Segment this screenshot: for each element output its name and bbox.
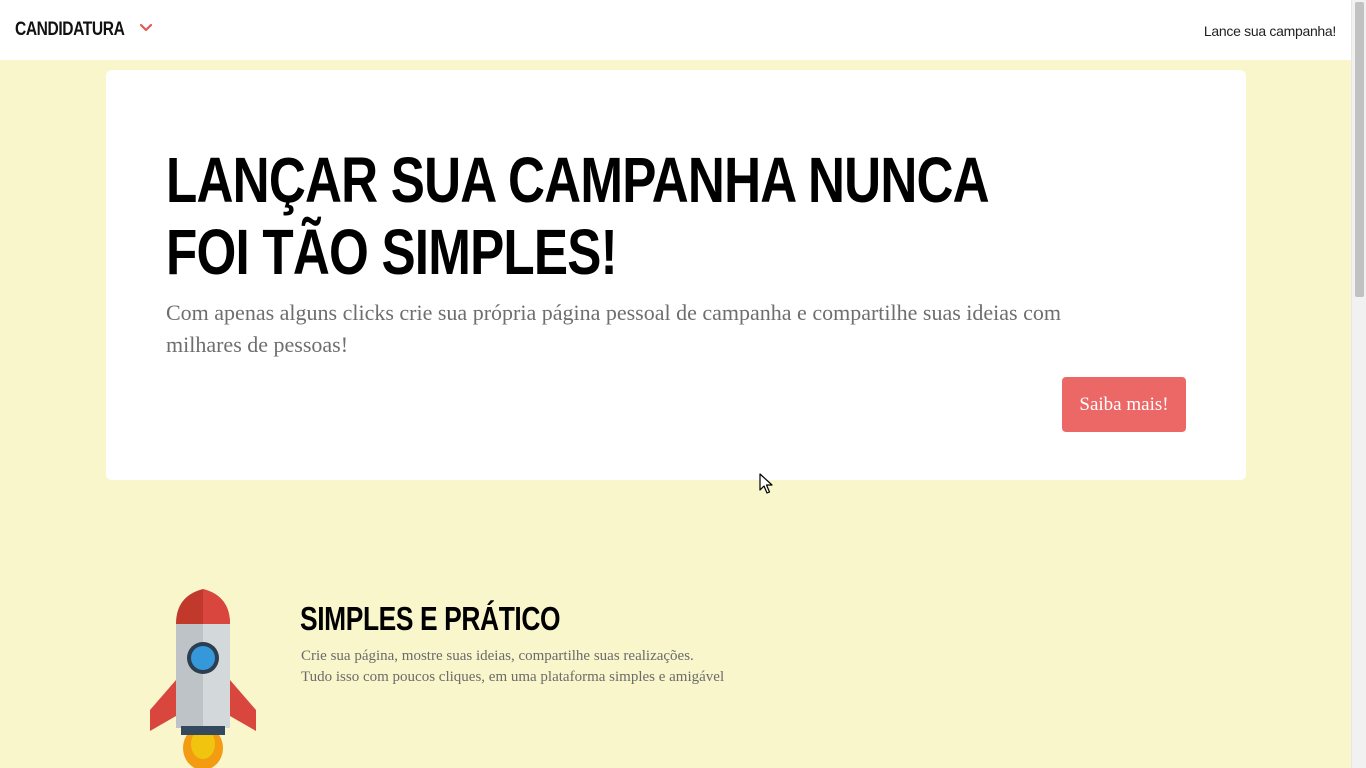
brand-logo-link[interactable]: CANDIDATURA xyxy=(15,19,125,41)
hero-title-line-2: FOI TÃO SIMPLES! xyxy=(166,216,618,288)
hero-title: LANÇAR SUA CAMPANHA NUNCA FOI TÃO SIMPLE… xyxy=(166,144,990,288)
nav-link-launch-campaign[interactable]: Lance sua campanha! xyxy=(1204,23,1336,39)
hero-subtitle: Com apenas alguns clicks crie sua própri… xyxy=(166,300,1061,357)
hero-card: LANÇAR SUA CAMPANHA NUNCA FOI TÃO SIMPLE… xyxy=(106,70,1246,480)
feature-description: Crie sua página, mostre suas ideias, com… xyxy=(301,646,724,688)
top-navbar: CANDIDATURA Lance sua campanha! xyxy=(0,0,1351,60)
feature-text-line-2: Tudo isso com poucos cliques, em uma pla… xyxy=(301,669,725,685)
rocket-icon xyxy=(150,589,256,768)
hero-title-line-1: LANÇAR SUA CAMPANHA NUNCA xyxy=(166,144,990,216)
page-scrollbar[interactable] xyxy=(1351,0,1366,768)
feature-title: SIMPLES E PRÁTICO xyxy=(300,600,561,637)
chevron-down-icon[interactable] xyxy=(139,21,153,35)
feature-text-line-1: Crie sua página, mostre suas ideias, com… xyxy=(301,648,694,664)
mouse-cursor-icon xyxy=(759,473,773,494)
learn-more-button[interactable]: Saiba mais! xyxy=(1062,377,1186,432)
scrollbar-thumb[interactable] xyxy=(1355,2,1364,297)
